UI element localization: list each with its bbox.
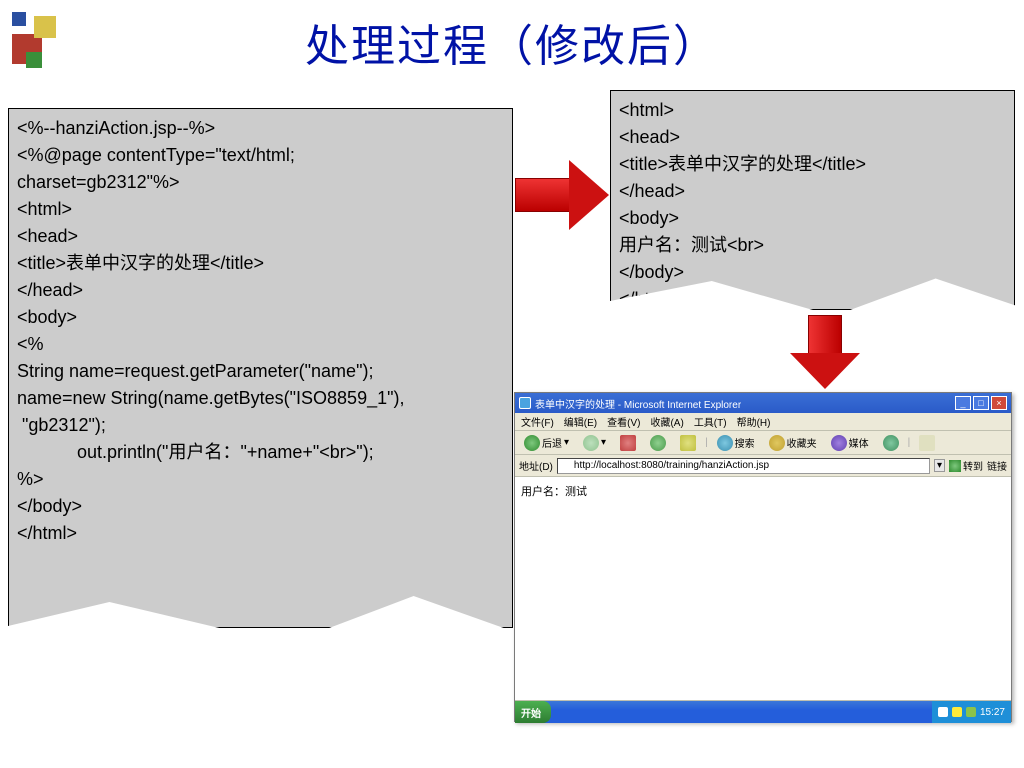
address-label: 地址(D) bbox=[519, 458, 553, 473]
favorites-button[interactable]: 收藏夹 bbox=[764, 433, 822, 453]
stop-icon bbox=[620, 435, 636, 451]
dropdown-icon[interactable]: ▾ bbox=[934, 459, 945, 472]
refresh-button[interactable] bbox=[645, 433, 671, 453]
mail-icon bbox=[919, 435, 935, 451]
browser-addressbar: 地址(D) http://localhost:8080/training/han… bbox=[515, 455, 1011, 477]
page-output-text: 用户名：测试 bbox=[521, 486, 587, 498]
jsp-source-box: <%--hanziAction.jsp--%> <%@page contentT… bbox=[8, 108, 513, 628]
arrow-down-icon bbox=[790, 315, 860, 390]
mail-button[interactable] bbox=[914, 433, 940, 453]
page-icon bbox=[561, 461, 571, 471]
close-button[interactable]: × bbox=[991, 396, 1007, 410]
stop-button[interactable] bbox=[615, 433, 641, 453]
minimize-button[interactable]: _ bbox=[955, 396, 971, 410]
dropdown-icon: ▾ bbox=[564, 437, 569, 448]
system-tray[interactable]: 15:27 bbox=[932, 701, 1011, 723]
window-title: 表单中汉字的处理 - Microsoft Internet Explorer bbox=[535, 396, 741, 411]
clock: 15:27 bbox=[980, 707, 1005, 718]
slide-title: 处理过程（修改后） bbox=[0, 10, 1024, 74]
menu-file[interactable]: 文件(F) bbox=[521, 414, 554, 429]
browser-menubar[interactable]: 文件(F) 编辑(E) 查看(V) 收藏(A) 工具(T) 帮助(H) bbox=[515, 413, 1011, 431]
back-button[interactable]: 后退 ▾ bbox=[519, 433, 574, 453]
search-button[interactable]: 搜索 bbox=[712, 433, 760, 453]
home-button[interactable] bbox=[675, 433, 701, 453]
html-output-box: <html> <head> <title>表单中汉字的处理</title> </… bbox=[610, 90, 1015, 310]
menu-edit[interactable]: 编辑(E) bbox=[564, 414, 597, 429]
browser-toolbar: 后退 ▾ ▾ | 搜索 收藏夹 媒体 | bbox=[515, 431, 1011, 455]
menu-help[interactable]: 帮助(H) bbox=[737, 414, 771, 429]
tray-icon[interactable] bbox=[938, 707, 948, 717]
history-icon bbox=[883, 435, 899, 451]
dropdown-icon: ▾ bbox=[601, 437, 606, 448]
menu-tools[interactable]: 工具(T) bbox=[694, 414, 727, 429]
browser-window: 表单中汉字的处理 - Microsoft Internet Explorer _… bbox=[514, 392, 1012, 722]
forward-button[interactable]: ▾ bbox=[578, 433, 611, 453]
ie-icon bbox=[519, 397, 531, 409]
home-icon bbox=[680, 435, 696, 451]
search-icon bbox=[717, 435, 733, 451]
go-button[interactable]: 转到 bbox=[949, 458, 983, 473]
tray-icon[interactable] bbox=[966, 707, 976, 717]
browser-viewport: 用户名：测试 bbox=[515, 477, 1011, 701]
history-button[interactable] bbox=[878, 433, 904, 453]
address-input[interactable]: http://localhost:8080/training/hanziActi… bbox=[557, 458, 930, 474]
links-label[interactable]: 链接 bbox=[987, 458, 1007, 473]
go-icon bbox=[949, 460, 961, 472]
maximize-button[interactable]: □ bbox=[973, 396, 989, 410]
browser-titlebar[interactable]: 表单中汉字的处理 - Microsoft Internet Explorer _… bbox=[515, 393, 1011, 413]
star-icon bbox=[769, 435, 785, 451]
forward-icon bbox=[583, 435, 599, 451]
media-icon bbox=[831, 435, 847, 451]
start-button[interactable]: 开始 bbox=[515, 701, 551, 723]
refresh-icon bbox=[650, 435, 666, 451]
menu-favorites[interactable]: 收藏(A) bbox=[650, 414, 683, 429]
arrow-right-icon bbox=[515, 160, 610, 230]
menu-view[interactable]: 查看(V) bbox=[607, 414, 640, 429]
tray-icon[interactable] bbox=[952, 707, 962, 717]
back-icon bbox=[524, 435, 540, 451]
windows-taskbar[interactable]: 开始 15:27 bbox=[515, 701, 1011, 723]
media-button[interactable]: 媒体 bbox=[826, 433, 874, 453]
